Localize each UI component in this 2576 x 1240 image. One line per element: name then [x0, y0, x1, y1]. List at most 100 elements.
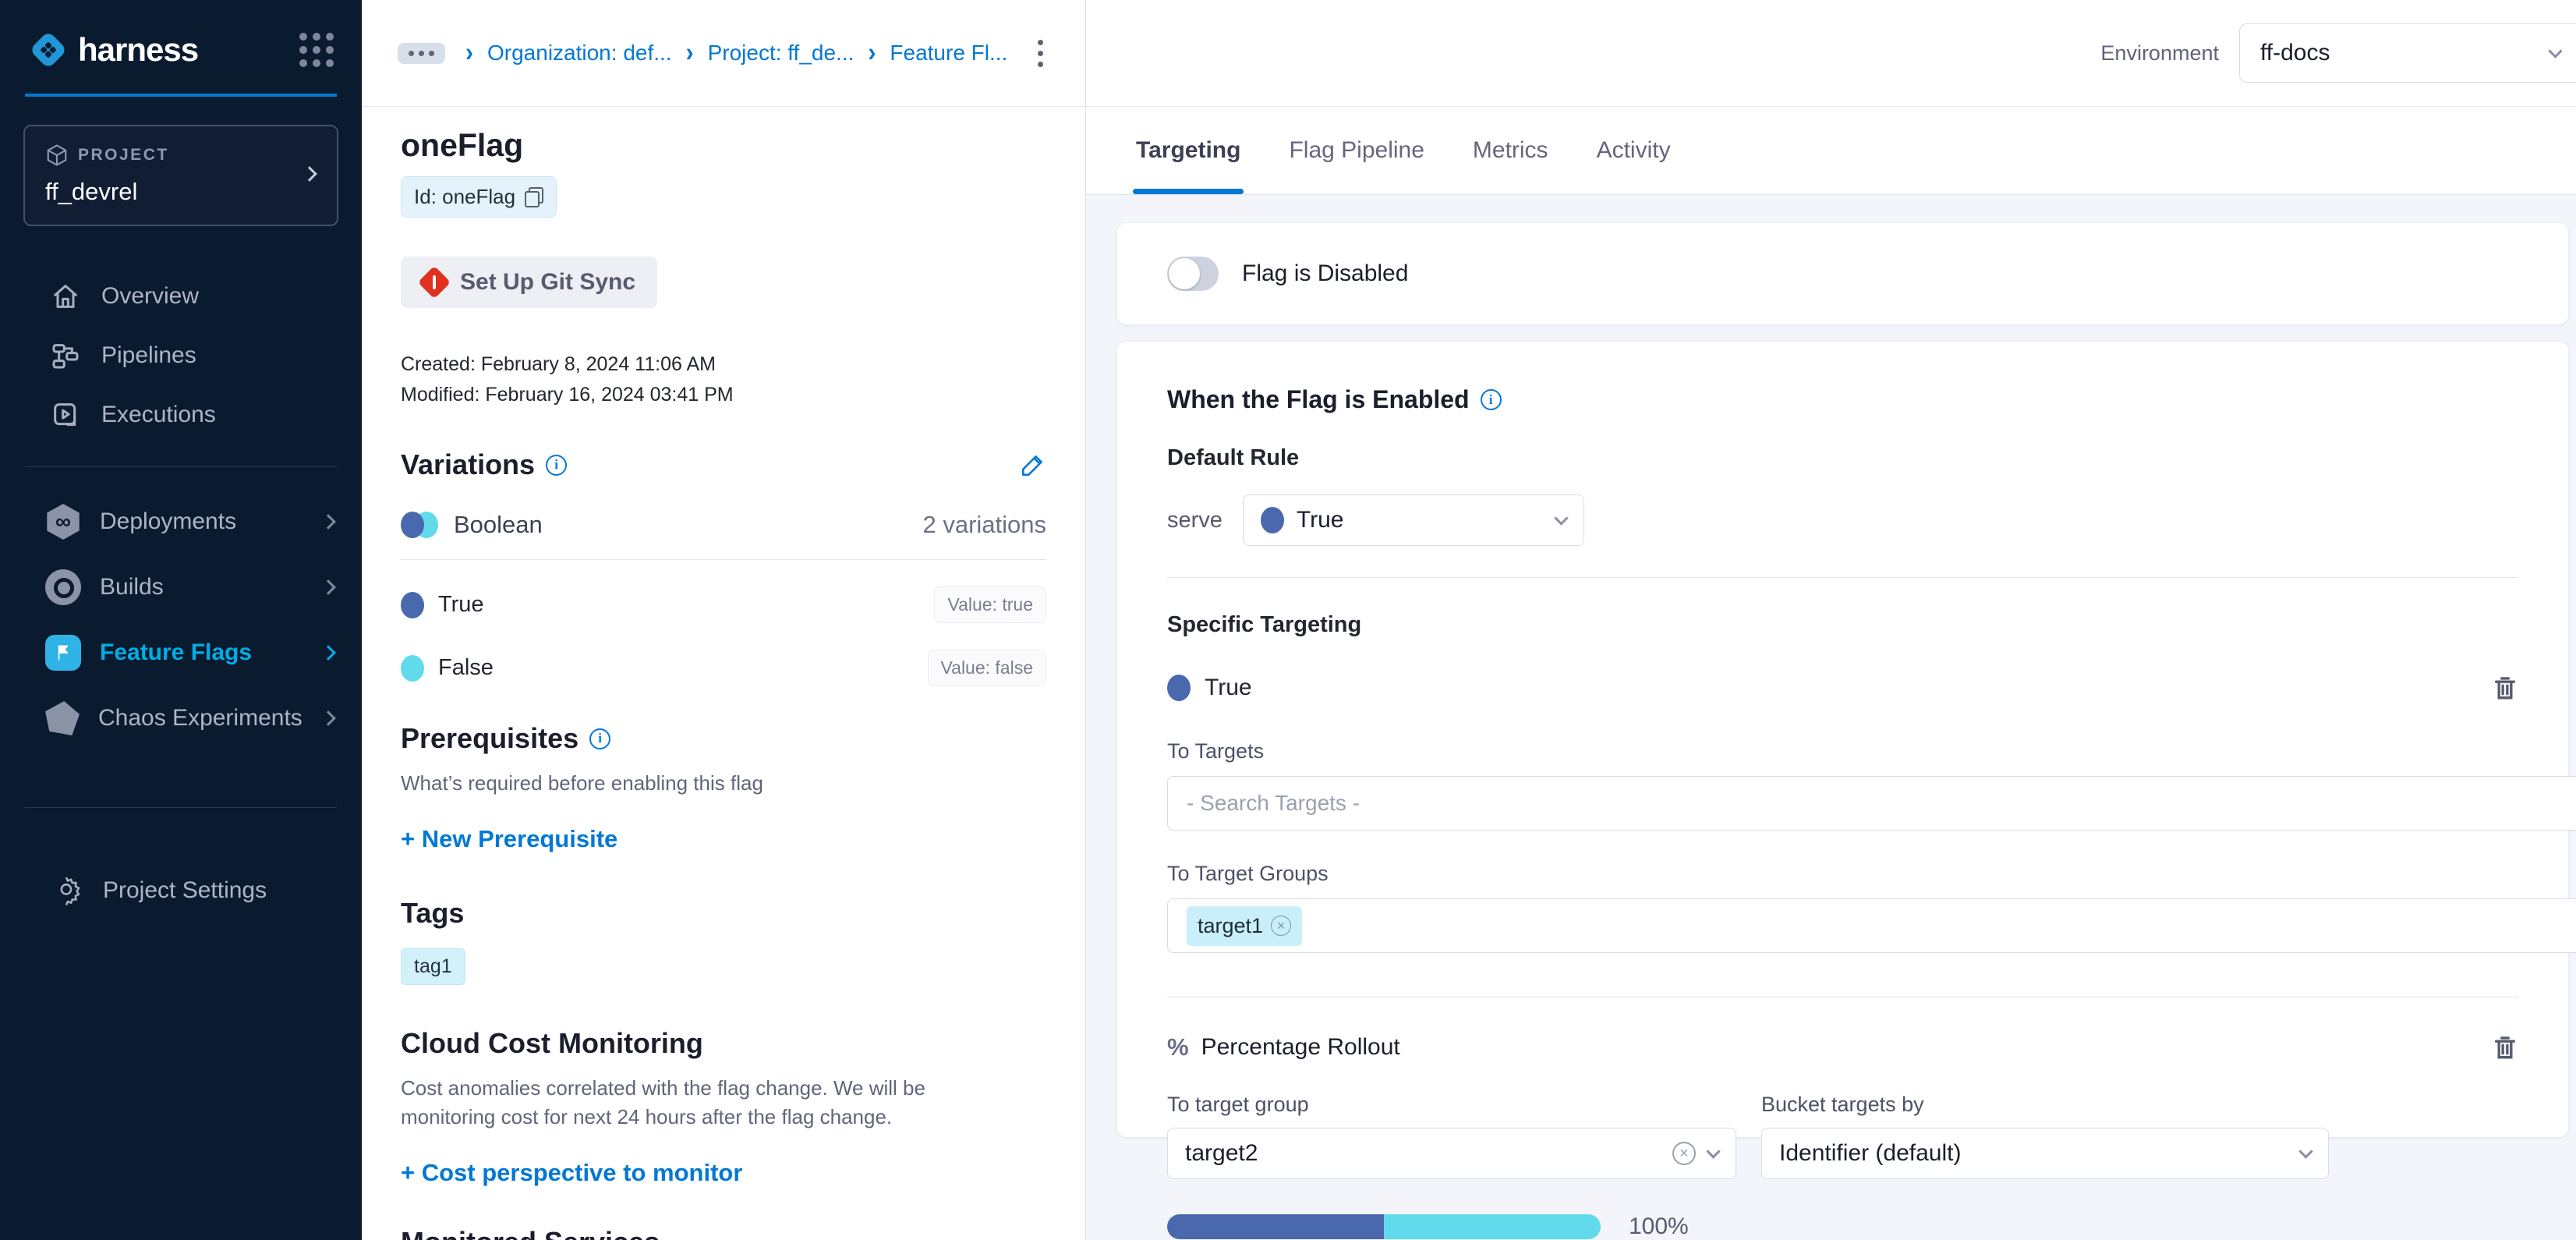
- sidebar-item-builds[interactable]: Builds: [0, 554, 362, 620]
- feature-flags-icon: [45, 635, 81, 671]
- tab-metrics[interactable]: Metrics: [1473, 107, 1548, 194]
- tab-flag-pipeline[interactable]: Flag Pipeline: [1289, 107, 1424, 194]
- builds-icon: [45, 569, 81, 605]
- project-label: PROJECT: [78, 146, 169, 165]
- cube-icon: [45, 143, 69, 167]
- sidebar-item-label: Executions: [101, 402, 216, 428]
- info-icon[interactable]: i: [1481, 389, 1502, 410]
- sidebar-item-deployments[interactable]: ∞ Deployments: [0, 489, 362, 554]
- chevron-down-icon: [2298, 1144, 2312, 1158]
- remove-chip-icon[interactable]: ×: [1271, 916, 1291, 936]
- git-sync-icon: [418, 266, 451, 299]
- chevron-down-icon: [1706, 1144, 1720, 1158]
- rollout-target-group-select[interactable]: target2 ×: [1167, 1128, 1736, 1179]
- flag-id-pill[interactable]: Id: oneFlag: [401, 176, 557, 218]
- clear-selection-icon[interactable]: ×: [1672, 1142, 1696, 1165]
- executions-icon: [50, 399, 81, 430]
- sidebar-item-label: Pipelines: [101, 342, 196, 369]
- new-prerequisite-button[interactable]: + New Prerequisite: [401, 825, 617, 853]
- breadcrumb-project[interactable]: Project: ff_de...: [708, 41, 855, 66]
- targeting-panel: Environment ff-docs Targeting Flag Pipel…: [1086, 0, 2576, 1240]
- info-icon[interactable]: i: [589, 728, 610, 749]
- serve-label: serve: [1167, 508, 1223, 533]
- variations-heading: Variations i: [401, 448, 567, 481]
- modified-date: Modified: February 16, 2024 03:41 PM: [401, 384, 1046, 406]
- default-rule-serve-select[interactable]: True: [1243, 494, 1584, 546]
- page-title: oneFlag: [401, 127, 1046, 164]
- target-groups-field[interactable]: target1 ×: [1167, 898, 2576, 953]
- variation-type-label: Boolean: [454, 511, 543, 539]
- monitored-services-heading: Monitored Services: [401, 1226, 660, 1240]
- sidebar-item-executions[interactable]: Executions: [0, 385, 362, 445]
- variation-count: 2 variations: [922, 511, 1046, 539]
- rollout-total-label: 100%: [1629, 1213, 1689, 1240]
- rollout-true-segment: [1167, 1214, 1384, 1239]
- breadcrumb: › Organization: def... › Project: ff_de.…: [362, 0, 1085, 107]
- rollout-distribution-row: 100%: [1167, 1213, 2518, 1240]
- chevron-right-icon: [320, 710, 336, 726]
- bucket-targets-select[interactable]: Identifier (default): [1761, 1128, 2329, 1179]
- sidebar-item-project-settings[interactable]: Project Settings: [0, 861, 362, 920]
- tab-activity[interactable]: Activity: [1597, 107, 1671, 194]
- main: › Organization: def... › Project: ff_de.…: [362, 0, 2576, 1240]
- percent-icon: %: [1167, 1033, 1189, 1061]
- project-name: ff_devrel: [45, 178, 317, 206]
- sidebar: harness PROJECT ff_devrel Overview Pipel…: [0, 0, 362, 1240]
- pipelines-icon: [50, 340, 81, 371]
- variation-value-badge: Value: false: [928, 650, 1046, 686]
- flag-menu-kebab-icon[interactable]: [1030, 34, 1051, 73]
- search-targets-field: [1167, 776, 2576, 831]
- cost-perspective-button[interactable]: + Cost perspective to monitor: [401, 1159, 742, 1187]
- sidebar-item-chaos-experiments[interactable]: Chaos Experiments: [0, 686, 362, 751]
- tab-targeting[interactable]: Targeting: [1136, 107, 1240, 194]
- enabled-heading: When the Flag is Enabled i: [1167, 385, 2518, 414]
- flag-enabled-toggle[interactable]: [1167, 257, 1219, 291]
- sidebar-item-feature-flags[interactable]: Feature Flags: [0, 620, 362, 686]
- chevron-right-icon: [320, 645, 336, 661]
- percentage-rollout-header: % Percentage Rollout: [1167, 1033, 2518, 1061]
- created-date: Created: February 8, 2024 11:06 AM: [401, 353, 1046, 376]
- target-group-chip[interactable]: target1 ×: [1187, 906, 1302, 946]
- sidebar-item-overview[interactable]: Overview: [0, 267, 362, 326]
- to-targets-label: To Targets: [1167, 739, 2518, 763]
- delete-percentage-rollout-icon[interactable]: [2492, 1033, 2518, 1061]
- rollout-distribution-bar: [1167, 1214, 1601, 1239]
- harness-logo[interactable]: harness: [28, 30, 198, 70]
- chevron-right-icon: [320, 514, 336, 530]
- chevron-right-icon: ›: [465, 37, 473, 68]
- to-target-groups-label: To Target Groups: [1167, 862, 2518, 886]
- chevron-down-icon: [1554, 511, 1568, 525]
- chevron-right-icon: ›: [868, 37, 876, 68]
- cloud-cost-description: Cost anomalies correlated with the flag …: [401, 1074, 1017, 1132]
- true-variation-dot: [401, 592, 424, 618]
- project-selector[interactable]: PROJECT ff_devrel: [23, 125, 338, 226]
- sidebar-divider: [25, 807, 337, 808]
- tab-bar: Targeting Flag Pipeline Metrics Activity: [1086, 107, 2576, 195]
- setup-git-sync-button[interactable]: Set Up Git Sync: [401, 257, 657, 308]
- tag-chip[interactable]: tag1: [401, 948, 465, 985]
- sidebar-item-pipelines[interactable]: Pipelines: [0, 326, 362, 385]
- edit-variations-icon[interactable]: [1020, 452, 1046, 478]
- breadcrumb-organization[interactable]: Organization: def...: [487, 41, 672, 66]
- rollout-false-segment: [1384, 1214, 1601, 1239]
- true-variation-dot: [1167, 675, 1191, 701]
- search-targets-input[interactable]: [1187, 791, 2576, 816]
- app-grid-icon[interactable]: [299, 33, 334, 67]
- delete-specific-targeting-icon[interactable]: [2492, 674, 2518, 702]
- harness-app: harness PROJECT ff_devrel Overview Pipel…: [0, 0, 2576, 1240]
- breadcrumb-feature-flags[interactable]: Feature Fl...: [890, 41, 1007, 66]
- environment-select[interactable]: ff-docs: [2239, 23, 2576, 83]
- variation-row-true: True Value: true: [401, 586, 1046, 623]
- bucket-targets-label: Bucket targets by: [1761, 1093, 2329, 1117]
- targeting-rules-card: When the Flag is Enabled i Default Rule …: [1117, 342, 2568, 1137]
- variation-value-badge: Value: true: [934, 586, 1046, 623]
- copy-icon[interactable]: [525, 187, 543, 207]
- chevron-down-icon: [2548, 44, 2562, 58]
- info-icon[interactable]: i: [546, 455, 567, 476]
- targeting-content: Flag is Disabled When the Flag is Enable…: [1086, 195, 2576, 1240]
- chaos-experiments-icon: [45, 701, 80, 735]
- sidebar-header: harness: [25, 0, 337, 97]
- breadcrumb-more-button[interactable]: [398, 43, 445, 64]
- environment-label: Environment: [2100, 41, 2219, 66]
- default-rule-label: Default Rule: [1167, 445, 2518, 471]
